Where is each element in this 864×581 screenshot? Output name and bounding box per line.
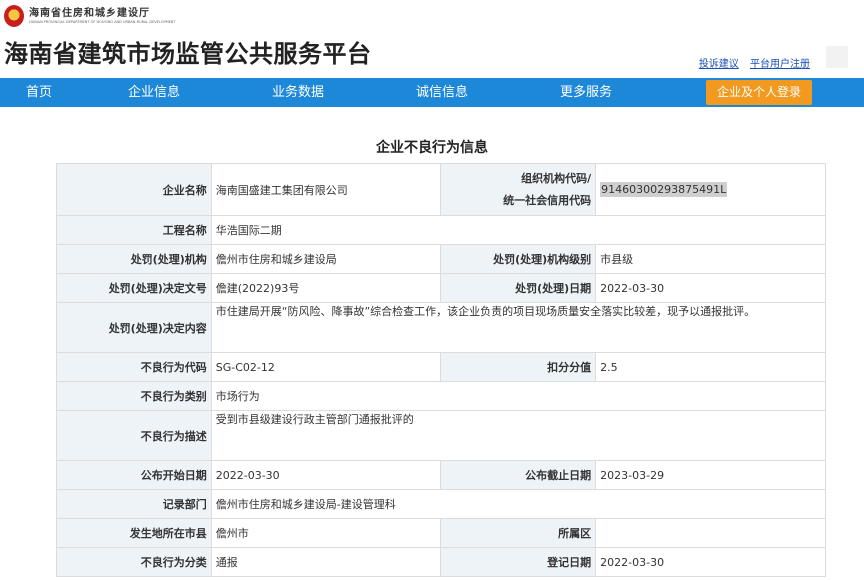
value-decision-content: 市住建局开展“防风险、降事故”综合检查工作，该企业负责的项目现场质量安全落实比较… [210, 302, 827, 353]
value-org-code: 91460300293875491L [600, 182, 728, 197]
label-deduct-score: 扣分分值 [440, 352, 597, 382]
label-district: 所属区 [440, 518, 597, 548]
label-behavior-desc: 不良行为描述 [56, 410, 212, 461]
national-emblem-icon [4, 5, 24, 27]
register-link[interactable]: 平台用户注册 [750, 59, 810, 70]
value-register-date: 2022-03-30 [595, 547, 826, 577]
nav-more-services[interactable]: 更多服务 [560, 78, 612, 107]
value-behavior-desc: 受到市县级建设行政主管部门通报批评的 [210, 410, 827, 461]
label-org-code: 组织机构代码/ 统一社会信用代码 [440, 163, 597, 216]
value-publish-start: 2022-03-30 [210, 460, 442, 490]
label-penalty-org-level: 处罚(处理)机构级别 [440, 244, 597, 274]
table-row: 发生地所在市县 儋州市 所属区 [56, 518, 826, 548]
page-title: 企业不良行为信息 [376, 140, 488, 156]
label-behavior-type: 不良行为类别 [56, 381, 212, 411]
table-row: 公布开始日期 2022-03-30 公布截止日期 2023-03-29 [56, 460, 826, 490]
table-row: 企业名称 海南国盛建工集团有限公司 组织机构代码/ 统一社会信用代码 91460… [56, 163, 826, 216]
table-row: 工程名称 华浩国际二期 [56, 215, 827, 245]
table-row: 处罚(处理)决定文号 儋建(2022)93号 处罚(处理)日期 2022-03-… [56, 273, 826, 303]
nav-enterprise-info[interactable]: 企业信息 [128, 78, 180, 107]
label-penalty-org: 处罚(处理)机构 [56, 244, 212, 274]
label-decision-content: 处罚(处理)决定内容 [56, 302, 212, 353]
label-org-code-line1: 组织机构代码/ [521, 171, 592, 185]
label-publish-end: 公布截止日期 [440, 460, 597, 490]
label-decision-no: 处罚(处理)决定文号 [56, 273, 212, 303]
department-logo[interactable]: 海南省住房和城乡建设厅 HAINAN PROVINCIAL DEPARTMENT… [4, 5, 176, 27]
table-row: 记录部门 儋州市住房和城乡建设局-建设管理科 [56, 489, 827, 519]
login-button[interactable]: 企业及个人登录 [706, 80, 812, 105]
label-company-name: 企业名称 [56, 163, 212, 216]
table-row: 不良行为分类 通报 登记日期 2022-03-30 [56, 547, 826, 577]
value-penalty-date: 2022-03-30 [595, 273, 826, 303]
label-publish-start: 公布开始日期 [56, 460, 212, 490]
value-org-code-cell: 91460300293875491L [595, 163, 826, 216]
table-row: 不良行为代码 SG-C02-12 扣分分值 2.5 [56, 352, 826, 382]
main-nav: 首页 企业信息 业务数据 诚信信息 更多服务 企业及个人登录 [0, 78, 864, 107]
value-district [595, 518, 826, 548]
label-occur-city: 发生地所在市县 [56, 518, 212, 548]
label-register-date: 登记日期 [440, 547, 597, 577]
label-penalty-date: 处罚(处理)日期 [440, 273, 597, 303]
value-decision-no: 儋建(2022)93号 [210, 273, 442, 303]
bad-behavior-table: 企业名称 海南国盛建工集团有限公司 组织机构代码/ 统一社会信用代码 91460… [56, 163, 827, 577]
value-publish-end: 2023-03-29 [595, 460, 826, 490]
top-links: 投诉建议 平台用户注册 [691, 55, 810, 70]
table-row: 处罚(处理)机构 儋州市住房和城乡建设局 处罚(处理)机构级别 市县级 [56, 244, 826, 274]
dept-name: 海南省住房和城乡建设厅 [29, 7, 150, 19]
site-title: 海南省建筑市场监管公共服务平台 [4, 40, 372, 68]
value-penalty-org: 儋州市住房和城乡建设局 [210, 244, 442, 274]
dept-name-en: HAINAN PROVINCIAL DEPARTMENT OF HOUSING … [29, 19, 176, 24]
label-behavior-class: 不良行为分类 [56, 547, 212, 577]
value-deduct-score: 2.5 [595, 352, 826, 382]
value-company-name: 海南国盛建工集团有限公司 [210, 163, 442, 216]
label-behavior-code: 不良行为代码 [56, 352, 212, 382]
complaint-link[interactable]: 投诉建议 [699, 59, 739, 70]
table-row: 不良行为类别 市场行为 [56, 381, 827, 411]
nav-home[interactable]: 首页 [26, 78, 52, 107]
value-occur-city: 儋州市 [210, 518, 442, 548]
label-org-code-line2: 统一社会信用代码 [503, 193, 592, 207]
value-behavior-code: SG-C02-12 [210, 352, 442, 382]
label-project-name: 工程名称 [56, 215, 212, 245]
value-behavior-type: 市场行为 [210, 381, 827, 411]
value-behavior-class: 通报 [210, 547, 442, 577]
table-row: 不良行为描述 受到市县级建设行政主管部门通报批评的 [56, 410, 827, 461]
label-record-dept: 记录部门 [56, 489, 212, 519]
table-row: 处罚(处理)决定内容 市住建局开展“防风险、降事故”综合检查工作，该企业负责的项… [56, 302, 827, 353]
top-header: 海南省住房和城乡建设厅 HAINAN PROVINCIAL DEPARTMENT… [0, 0, 864, 78]
value-project-name: 华浩国际二期 [210, 215, 827, 245]
nav-business-data[interactable]: 业务数据 [272, 78, 324, 107]
corner-placeholder [826, 46, 848, 68]
nav-credit-info[interactable]: 诚信信息 [416, 78, 468, 107]
value-record-dept: 儋州市住房和城乡建设局-建设管理科 [210, 489, 827, 519]
value-penalty-org-level: 市县级 [595, 244, 826, 274]
